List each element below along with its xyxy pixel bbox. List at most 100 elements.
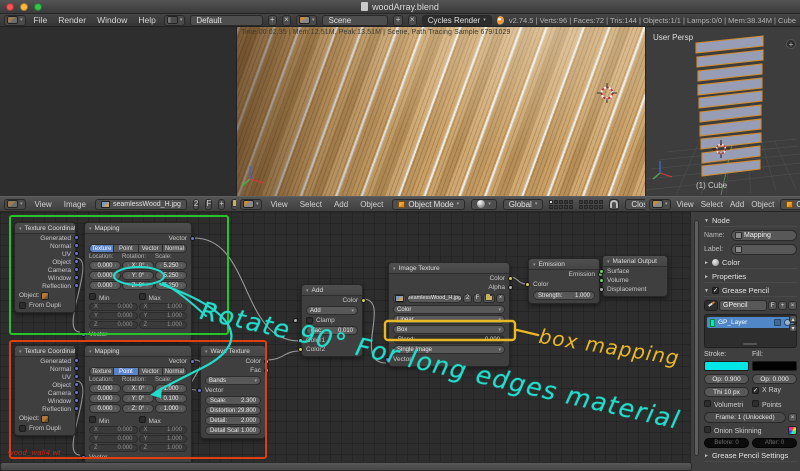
clamp-row[interactable]: Clamp xyxy=(306,316,358,325)
image-name-field[interactable]: seamlessWood_H.jpg xyxy=(407,294,462,303)
menu-object[interactable]: Object xyxy=(750,200,775,209)
socket-dot[interactable] xyxy=(74,275,79,280)
node-editor-header[interactable] xyxy=(0,462,692,471)
delete-frame-button[interactable]: × xyxy=(788,413,797,422)
node-header[interactable]: Mapping xyxy=(85,346,191,357)
rotation-x-field[interactable]: X: 0° xyxy=(122,261,154,270)
from-dupli-row[interactable]: From Dupli xyxy=(19,301,71,310)
menu-select[interactable]: Select xyxy=(700,200,724,209)
grease-pencil-section-header[interactable]: ▼✓Grease Pencil xyxy=(704,286,797,297)
uv-image-editor-canvas[interactable] xyxy=(0,27,236,196)
max-checkbox[interactable]: Max xyxy=(139,293,188,302)
rotation-y-field[interactable]: Y: 0° xyxy=(122,271,154,280)
move-layer-down-button[interactable]: ▾ xyxy=(789,324,797,332)
location-z-field[interactable]: 0.000 xyxy=(89,404,121,413)
socket-reflection[interactable]: Reflection xyxy=(19,405,71,413)
node-header[interactable]: Texture Coordinate xyxy=(15,223,75,234)
stroke-color-swatch[interactable] xyxy=(704,361,749,371)
socket-dot[interactable] xyxy=(190,236,195,241)
scale-x-field[interactable]: 5.250 xyxy=(155,261,187,270)
fill-opacity-field[interactable]: Op: 0.000 xyxy=(752,374,797,384)
properties-section-header[interactable]: ►Properties xyxy=(704,272,797,283)
fake-user-button[interactable]: F xyxy=(768,301,777,310)
tab-normal[interactable]: Normal xyxy=(163,244,187,253)
stroke-opacity-field[interactable]: Op: 0.900 xyxy=(704,374,749,384)
socket-dot[interactable] xyxy=(74,390,79,395)
thickness-field[interactable]: Thi 10 px xyxy=(704,387,749,397)
checkbox-icon[interactable]: ✓ xyxy=(712,287,719,294)
rotation-z-field[interactable]: Z: 0° xyxy=(122,281,154,290)
scale-x-field[interactable]: 1.000 xyxy=(155,384,187,393)
tab-point[interactable]: Point xyxy=(114,244,138,253)
socket-dot[interactable] xyxy=(197,388,202,393)
socket-vector-out[interactable]: Vector xyxy=(89,357,187,366)
scene-icon-button[interactable]: ▾ xyxy=(296,15,318,26)
socket-dot[interactable] xyxy=(74,267,79,272)
menu-select[interactable]: Select xyxy=(297,200,325,209)
remove-scene-button[interactable]: × xyxy=(408,15,417,26)
image-datablock-field[interactable]: seamlessWood_H.jpg xyxy=(95,199,187,210)
blend-mode-select[interactable]: Add▾ xyxy=(306,306,358,315)
color-space-select[interactable]: Color▾ xyxy=(393,305,505,314)
mode-select[interactable]: Object Mode xyxy=(780,199,800,210)
socket-dot[interactable] xyxy=(508,285,513,290)
panel-rollout-icon[interactable]: + xyxy=(786,39,796,49)
lock-icon[interactable] xyxy=(774,319,781,326)
node-name-field[interactable]: Mapping xyxy=(731,230,797,241)
node-header[interactable]: Material Output xyxy=(603,256,667,267)
socket-dot[interactable] xyxy=(74,235,79,240)
socket-dot[interactable] xyxy=(74,398,79,403)
socket-dot[interactable] xyxy=(74,382,79,387)
menu-view[interactable]: View xyxy=(32,200,55,209)
location-y-field[interactable]: 0.000 xyxy=(89,271,121,280)
add-gpencil-button[interactable]: + xyxy=(778,301,787,310)
transform-orientation-select[interactable]: Global▾ xyxy=(503,199,544,210)
strength-field[interactable]: Strength:1.000 xyxy=(533,291,595,300)
socket-dot[interactable] xyxy=(74,358,79,363)
menu-object[interactable]: Object xyxy=(357,200,386,209)
socket-vector-in[interactable]: Vector xyxy=(205,386,261,395)
socket-dot[interactable] xyxy=(74,259,79,264)
socket-dot[interactable] xyxy=(74,243,79,248)
tab-vector[interactable]: Vector xyxy=(139,367,163,376)
node-header[interactable]: Texture Coordinate xyxy=(15,346,75,357)
add-scene-button[interactable]: + xyxy=(393,15,402,26)
node-header[interactable]: Add xyxy=(302,285,362,296)
scale-y-field[interactable]: 5.250 xyxy=(155,271,187,280)
socket-dot[interactable] xyxy=(190,359,195,364)
checkbox-icon[interactable] xyxy=(19,302,26,309)
scale-z-field[interactable]: 5.250 xyxy=(155,281,187,290)
socket-color-out[interactable]: Color xyxy=(306,296,358,305)
socket-dot[interactable] xyxy=(599,287,604,292)
socket-normal[interactable]: Normal xyxy=(19,365,71,373)
secondary-3d-viewport-canvas[interactable]: User Persp (1) Cube + xyxy=(645,27,800,196)
frame-lock-button[interactable]: Frame: 1 (Unlocked) xyxy=(704,412,786,423)
socket-window[interactable]: Window xyxy=(19,274,71,282)
list-resize-handle[interactable] xyxy=(743,343,757,345)
node-texture-coordinate-bottom[interactable]: Texture Coordinate Generated Normal UV O… xyxy=(14,345,76,436)
menu-image[interactable]: Image xyxy=(61,200,89,209)
tab-texture[interactable]: Texture xyxy=(89,367,114,376)
fake-user-button[interactable]: F xyxy=(205,199,212,210)
editor-type-button[interactable]: ▾ xyxy=(4,199,26,210)
color-section-header[interactable]: ►Color xyxy=(704,258,797,269)
unlink-image-button[interactable]: × xyxy=(496,294,505,303)
node-header[interactable]: Image Texture xyxy=(389,263,509,274)
socket-fac-out[interactable]: Fac xyxy=(205,366,261,375)
object-data-icon[interactable] xyxy=(41,415,49,423)
node-add-mix[interactable]: Add Color Add▾ Clamp Fac:0.010 Color1 Co… xyxy=(301,284,363,357)
node-header[interactable]: Emission xyxy=(529,259,599,270)
min-checkbox[interactable]: Min xyxy=(89,416,138,425)
socket-camera[interactable]: Camera xyxy=(19,266,71,274)
snap-magnet-button[interactable] xyxy=(609,199,619,210)
socket-dot[interactable] xyxy=(385,357,390,362)
new-image-button[interactable]: + xyxy=(218,199,225,210)
socket-object[interactable]: Object xyxy=(19,258,71,266)
socket-dot[interactable] xyxy=(74,374,79,379)
mapping-type-tabs[interactable]: Texture Point Vector Normal xyxy=(89,367,187,376)
color-wheel-icon[interactable] xyxy=(788,426,797,435)
interpolation-select[interactable]: Linear▾ xyxy=(393,315,505,324)
socket-volume-in[interactable]: Volume xyxy=(607,276,663,285)
socket-alpha-out[interactable]: Alpha xyxy=(393,283,505,292)
node-section-header[interactable]: ▼Node xyxy=(704,216,797,227)
